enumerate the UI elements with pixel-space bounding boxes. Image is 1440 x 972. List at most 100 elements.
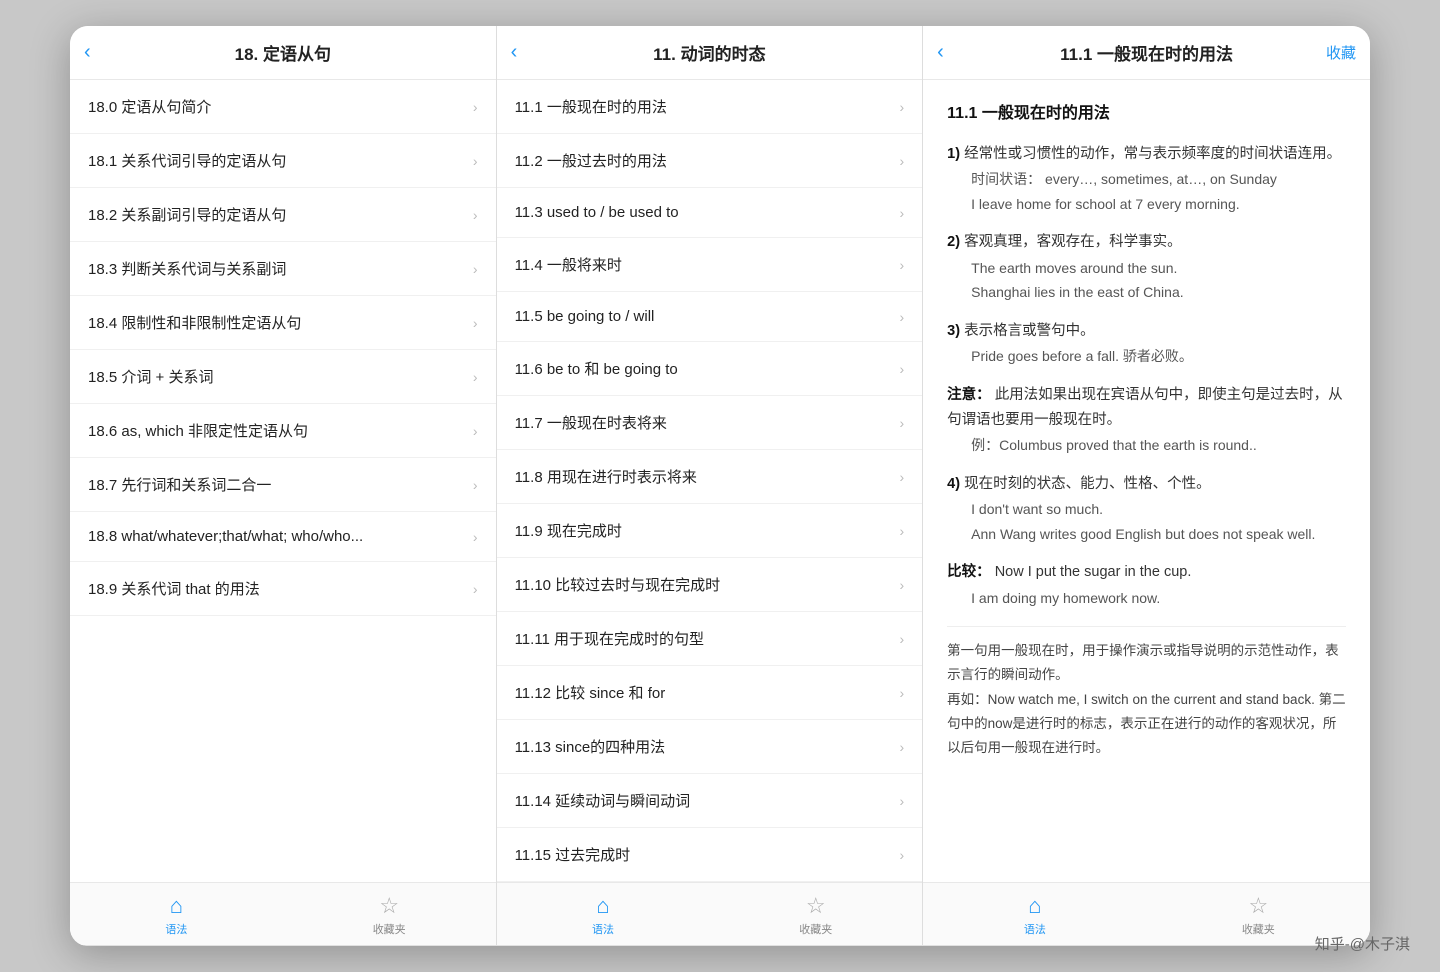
list-item-text: 11.2 一般过去时的用法 <box>515 150 892 171</box>
list-item-text: 18.7 先行词和关系词二合一 <box>88 474 465 495</box>
list-item[interactable]: 11.9 现在完成时› <box>497 504 923 558</box>
list-item[interactable]: 18.3 判断关系代词与关系副词› <box>70 242 496 296</box>
chevron-right-icon: › <box>473 529 478 545</box>
tab-left-grammar[interactable]: ⌂ 语法 <box>70 889 283 943</box>
chevron-right-icon: › <box>473 369 478 385</box>
list-item-text: 11.3 used to / be used to <box>515 204 892 221</box>
chevron-right-icon: › <box>899 309 904 325</box>
list-item[interactable]: 11.6 be to 和 be going to› <box>497 342 923 396</box>
content-note: 第一句用一般现在时，用于操作演示或指导说明的示范性动作，表示言行的瞬间动作。再如… <box>947 626 1346 760</box>
list-item-text: 18.4 限制性和非限制性定语从句 <box>88 312 465 333</box>
content-section: 1) 经常性或习惯性的动作，常与表示频率度的时间状语连用。时间状语： every… <box>947 142 1346 216</box>
tab-middle-grammar[interactable]: ⌂ 语法 <box>497 889 710 943</box>
tab-middle-collect[interactable]: ☆ 收藏夹 <box>709 889 922 943</box>
section-text: 表示格言或警句中。 <box>964 323 1095 339</box>
list-item-text: 11.1 一般现在时的用法 <box>515 96 892 117</box>
list-item[interactable]: 18.6 as, which 非限定性定语从句 › <box>70 404 496 458</box>
section-text: Now I put the sugar in the cup. <box>995 564 1192 580</box>
panel-right-content: 11.1 一般现在时的用法1) 经常性或习惯性的动作，常与表示频率度的时间状语连… <box>923 80 1370 882</box>
list-item[interactable]: 11.15 过去完成时› <box>497 828 923 882</box>
list-item-text: 18.8 what/whatever;that/what; who/who... <box>88 528 465 545</box>
list-item[interactable]: 18.0 定语从句简介 › <box>70 80 496 134</box>
list-item-text: 11.13 since的四种用法 <box>515 736 892 757</box>
panel-right-back[interactable]: ‹ <box>937 41 944 64</box>
list-item-text: 11.11 用于现在完成时的句型 <box>515 628 892 649</box>
section-example: Pride goes before a fall. 骄者必败。 <box>971 344 1346 369</box>
panel-left: ‹ 18. 定语从句 18.0 定语从句简介 › 18.1 关系代词引导的定语从句›… <box>70 26 497 945</box>
panel-left-back[interactable]: ‹ <box>84 41 91 64</box>
tab-right-grammar[interactable]: ⌂ 语法 <box>923 889 1146 943</box>
chevron-right-icon: › <box>473 207 478 223</box>
section-example: I don't want so much. <box>971 497 1346 522</box>
content-section: 比较： Now I put the sugar in the cup.I am … <box>947 560 1346 610</box>
section-num: 1) <box>947 146 960 162</box>
home-icon: ⌂ <box>170 893 183 919</box>
section-num: 3) <box>947 323 960 339</box>
panel-left-title: 18. 定语从句 <box>235 40 331 65</box>
list-item-text: 18.0 定语从句简介 <box>88 96 465 117</box>
list-item[interactable]: 18.1 关系代词引导的定语从句› <box>70 134 496 188</box>
list-item-text: 18.6 as, which 非限定性定语从句 <box>88 420 465 441</box>
chevron-right-icon: › <box>473 423 478 439</box>
section-num: 比较： <box>947 564 991 580</box>
list-item[interactable]: 18.5 介词 + 关系词 › <box>70 350 496 404</box>
panel-left-list: 18.0 定语从句简介›18.1 关系代词引导的定语从句›18.2 关系副词引导… <box>70 80 496 882</box>
list-item[interactable]: 11.11 用于现在完成时的句型› <box>497 612 923 666</box>
list-item[interactable]: 18.8 what/whatever;that/what; who/who...… <box>70 512 496 562</box>
tab-left-grammar-label: 语法 <box>165 921 187 937</box>
chevron-right-icon: › <box>473 99 478 115</box>
chevron-right-icon: › <box>899 685 904 701</box>
panel-left-header: ‹ 18. 定语从句 <box>70 26 496 80</box>
list-item[interactable]: 11.1 一般现在时的用法 › <box>497 80 923 134</box>
list-item[interactable]: 18.2 关系副词引导的定语从句 › <box>70 188 496 242</box>
tab-right-collect-label: 收藏夹 <box>1242 921 1275 937</box>
list-item[interactable]: 11.5 be going to / will› <box>497 292 923 342</box>
list-item[interactable]: 11.13 since的四种用法 › <box>497 720 923 774</box>
list-item[interactable]: 18.7 先行词和关系词二合一› <box>70 458 496 512</box>
panel-right-tabbar: ⌂ 语法 ☆ 收藏夹 <box>923 882 1370 945</box>
section-example: I leave home for school at 7 every morni… <box>971 192 1346 217</box>
list-item[interactable]: 11.12 比较 since 和 for› <box>497 666 923 720</box>
list-item[interactable]: 11.14 延续动词与瞬间动词› <box>497 774 923 828</box>
list-item[interactable]: 11.10 比较过去时与现在完成时› <box>497 558 923 612</box>
list-item[interactable]: 18.9 关系代词 that 的用法› <box>70 562 496 616</box>
list-item-text: 11.10 比较过去时与现在完成时 <box>515 574 892 595</box>
section-example: The earth moves around the sun. <box>971 256 1346 281</box>
chevron-right-icon: › <box>899 257 904 273</box>
list-item[interactable]: 11.3 used to / be used to› <box>497 188 923 238</box>
list-item-text: 18.5 介词 + 关系词 <box>88 366 465 387</box>
tab-middle-collect-label: 收藏夹 <box>799 921 832 937</box>
star-icon-right: ☆ <box>1248 893 1268 919</box>
panel-middle-header: ‹ 11. 动词的时态 <box>497 26 923 80</box>
list-item[interactable]: 11.2 一般过去时的用法› <box>497 134 923 188</box>
list-item-text: 18.2 关系副词引导的定语从句 <box>88 204 465 225</box>
list-item[interactable]: 11.7 一般现在时表将来› <box>497 396 923 450</box>
section-num: 注意： <box>947 387 991 403</box>
panel-right-title: 11.1 一般现在时的用法 <box>1060 40 1233 65</box>
panel-middle-tabbar: ⌂ 语法 ☆ 收藏夹 <box>497 882 923 945</box>
panel-middle-title: 11. 动词的时态 <box>653 40 765 65</box>
panel-middle-back[interactable]: ‹ <box>511 41 518 64</box>
panel-right: ‹ 11.1 一般现在时的用法 收藏 11.1 一般现在时的用法1) 经常性或习… <box>923 26 1370 945</box>
chevron-right-icon: › <box>899 99 904 115</box>
tab-right-collect[interactable]: ☆ 收藏夹 <box>1147 889 1370 943</box>
list-item-text: 18.9 关系代词 that 的用法 <box>88 578 465 599</box>
chevron-right-icon: › <box>899 739 904 755</box>
list-item[interactable]: 18.4 限制性和非限制性定语从句› <box>70 296 496 350</box>
section-example: Shanghai lies in the east of China. <box>971 280 1346 305</box>
list-item-text: 11.15 过去完成时 <box>515 844 892 865</box>
content-section: 2) 客观真理，客观存在，科学事实。The earth moves around… <box>947 230 1346 304</box>
list-item[interactable]: 11.4 一般将来时› <box>497 238 923 292</box>
section-sub: 例：Columbus proved that the earth is roun… <box>971 433 1346 458</box>
list-item-text: 11.14 延续动词与瞬间动词 <box>515 790 892 811</box>
home-icon-mid: ⌂ <box>596 893 609 919</box>
chevron-right-icon: › <box>899 469 904 485</box>
list-item[interactable]: 11.8 用现在进行时表示将来 › <box>497 450 923 504</box>
section-text: 经常性或习惯性的动作，常与表示频率度的时间状语连用。 <box>964 146 1341 162</box>
tab-left-collect[interactable]: ☆ 收藏夹 <box>283 889 496 943</box>
list-item-text: 11.6 be to 和 be going to <box>515 358 892 379</box>
panel-right-collect-btn[interactable]: 收藏 <box>1326 42 1356 63</box>
panels-row: ‹ 18. 定语从句 18.0 定语从句简介 › 18.1 关系代词引导的定语从句›… <box>70 26 1370 946</box>
list-item-text: 11.8 用现在进行时表示将来 <box>515 466 892 487</box>
panel-middle-list: 11.1 一般现在时的用法›11.2 一般过去时的用法›11.3 used to… <box>497 80 923 882</box>
